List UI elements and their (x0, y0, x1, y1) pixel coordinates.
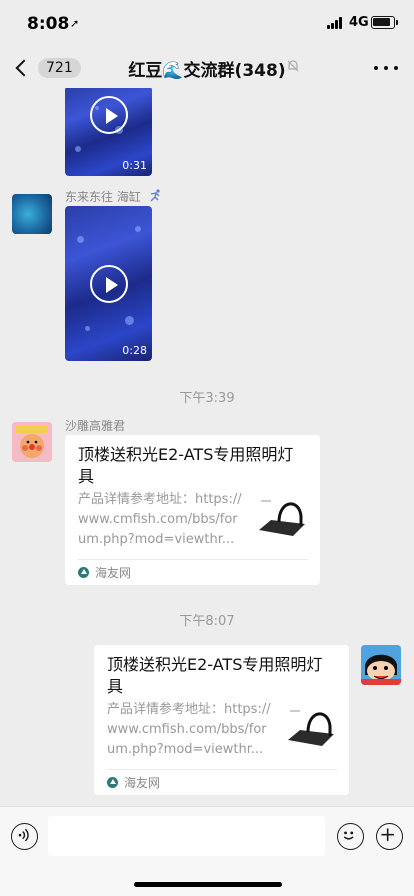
battery-icon (371, 16, 398, 29)
avatar[interactable] (361, 645, 401, 685)
crayon-shin-avatar-icon (361, 645, 401, 685)
plus-icon (381, 828, 394, 841)
message-input[interactable] (48, 816, 325, 856)
source-name: 海友网 (95, 566, 132, 580)
link-title: 顶楼送积光E2-ATS专用照明灯具 (78, 445, 294, 486)
video-duration: 0:28 (122, 344, 147, 357)
time-divider: 下午8:07 (179, 614, 235, 629)
link-source: 海友网 (107, 774, 160, 791)
avatar[interactable] (12, 422, 52, 462)
bell-off-icon (287, 60, 299, 72)
voice-icon (18, 828, 29, 842)
site-icon (107, 777, 118, 788)
link-source: 海友网 (78, 564, 131, 581)
signal-icon (327, 17, 345, 29)
avatar[interactable] (12, 194, 52, 234)
sender-name: 东来东往 海缸 (65, 190, 141, 204)
status-bar: 8:08 ➚ 4G (0, 0, 414, 48)
video-message[interactable]: 0:31 (65, 88, 152, 176)
voice-button[interactable] (11, 823, 38, 850)
runner-icon (150, 189, 160, 202)
plus-button[interactable] (376, 823, 403, 850)
product-thumbnail (284, 700, 338, 754)
play-icon (89, 264, 128, 303)
sender-name: 沙雕高雅君 (65, 419, 126, 433)
emoji-button[interactable] (337, 823, 364, 850)
source-name: 海友网 (124, 776, 161, 790)
video-duration: 0:31 (122, 159, 147, 172)
location-arrow-icon: ➚ (70, 17, 80, 30)
emoji-icon (343, 831, 354, 840)
link-description: 产品详情参考地址：https://www.cmfish.com/bbs/foru… (107, 702, 271, 757)
more-button[interactable] (374, 56, 398, 80)
time-divider: 下午3:39 (179, 391, 235, 406)
chat-area[interactable]: 0:31 东来东往 海缸 0:28 下午3:39 沙雕高雅君 顶楼送积光E2-A… (0, 88, 414, 806)
network-type: 4G (349, 15, 369, 30)
more-dots-icon (374, 66, 378, 70)
link-description: 产品详情参考地址：https://www.cmfish.com/bbs/foru… (78, 492, 242, 547)
link-card[interactable]: 顶楼送积光E2-ATS专用照明灯具 产品详情参考地址：https://www.c… (94, 645, 349, 795)
play-icon (89, 96, 128, 134)
product-thumbnail (255, 490, 309, 544)
video-message[interactable]: 0:28 (65, 206, 152, 361)
link-title: 顶楼送积光E2-ATS专用照明灯具 (107, 655, 323, 696)
nav-bar: 721 红豆🌊交流群(348) (0, 48, 414, 88)
site-icon (78, 567, 89, 578)
link-card[interactable]: 顶楼送积光E2-ATS专用照明灯具 产品详情参考地址：https://www.c… (65, 435, 320, 585)
status-time: 8:08 (27, 14, 70, 34)
home-indicator (134, 882, 282, 887)
chat-title: 红豆🌊交流群(348) (128, 61, 286, 81)
anpanman-avatar-icon (12, 422, 52, 462)
